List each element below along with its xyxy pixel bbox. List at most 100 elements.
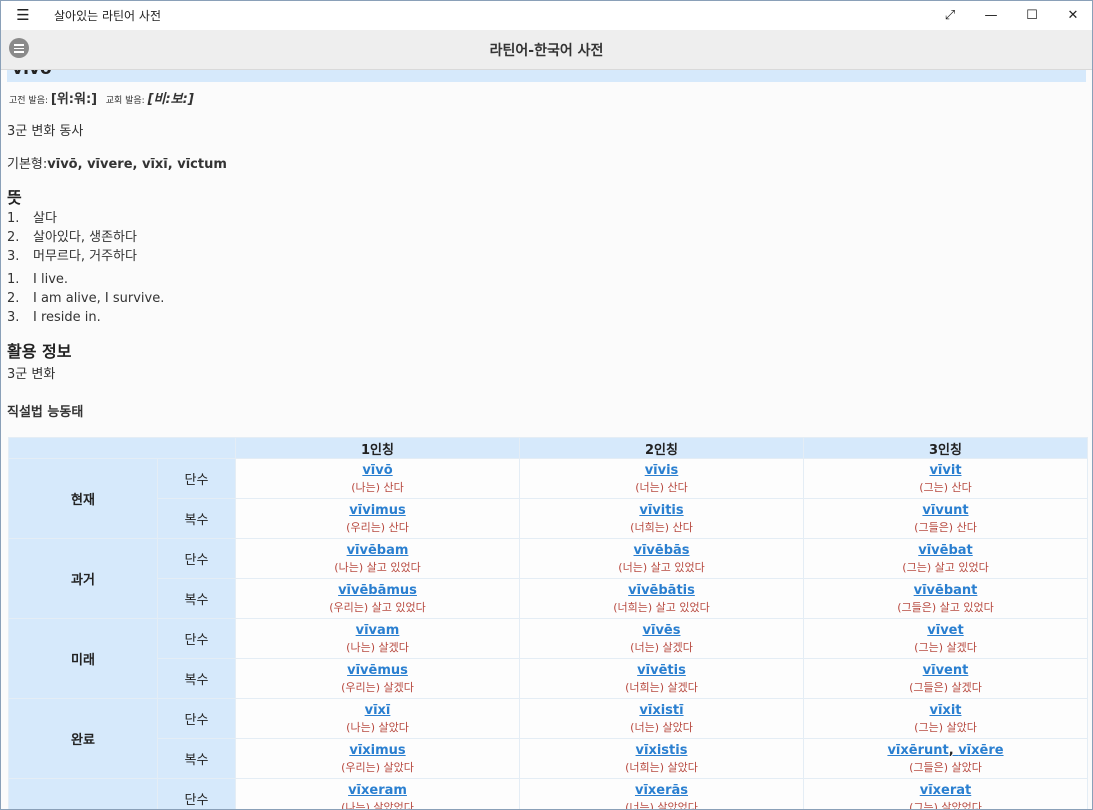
entry-content: vīvō 고전 발음: [위:워:] 교회 발음: [비:보:] 3군 변화 동… [1,70,1092,809]
latin-form-link[interactable]: vīvēbam [347,543,409,558]
latin-form-link[interactable]: vīvent [923,663,969,678]
tense-label: 완료 [8,698,158,779]
latin-form-link[interactable]: vīvēbātis [628,583,695,598]
tense-label [8,778,158,809]
korean-gloss: (너희는) 살겠다 [625,681,698,694]
form-cell: vīvēbātis (너희는) 살고 있었다 [519,578,804,619]
table-row: 복수 vīvimus (우리는) 산다 vīvitis (너희는) 산다 vīvunt (그… [9,498,1088,539]
meanings-en-list: 1. I live. 2. I am alive, I survive. 3. I res… [7,270,164,327]
latin-form-link[interactable]: vīxēre [958,743,1003,758]
latin-form-link[interactable]: vīvēbat [918,543,973,558]
form-cell: vīvit (그는) 산다 [803,458,1088,499]
mood-heading: 직설법 능동태 [7,405,84,420]
form-cell: vīvimus (우리는) 산다 [235,498,520,539]
form-cell: vīvēbāmus (우리는) 살고 있었다 [235,578,520,619]
latin-form-link[interactable]: vīxī [365,703,391,718]
number-label: 복수 [157,498,236,539]
header-1st-person: 1인칭 [235,437,520,459]
latin-form-link[interactable]: vīxērunt [887,743,948,758]
korean-gloss: (그는) 살았었다 [909,801,982,809]
latin-form-link[interactable]: vīvēs [643,623,681,638]
number-label: 단수 [157,698,236,739]
table-row: 과거 단수 vīvēbam (나는) 살고 있었다 vīvēbās (너는) 살고 있었다… [8,538,1088,619]
window-title: 살아있는 라틴어 사전 [54,9,161,23]
number-label: 복수 [157,658,236,699]
table-header-row: 1인칭 2인칭 3인칭 [8,437,1088,459]
table-corner [8,437,236,459]
korean-gloss: (너희는) 살고 있었다 [613,601,710,614]
table-row: 완료 단수 vīxī (나는) 살았다 vīxistī (너는) 살았다 vīxit (그는)… [8,698,1088,779]
korean-gloss: (그는) 살았다 [914,721,977,734]
latin-form-link[interactable]: vīxit [930,703,962,718]
korean-gloss: (너는) 살았다 [630,721,693,734]
table-row: 단수 vīxeram (나는) 살았었다 vīxerās (너는) 살았었다 vīxera… [8,778,1088,809]
page-title: 라틴어-한국어 사전 [489,43,604,59]
form-separator: , [948,743,959,758]
korean-gloss: (우리는) 산다 [346,521,409,534]
latin-form-link[interactable]: vīxerās [635,783,688,798]
title-bar: ☰ 살아있는 라틴어 사전 ⤢ — ☐ ✕ [1,1,1092,30]
restore-icon[interactable]: ⤢ [927,1,973,30]
conjugation-class: 3군 변화 [7,367,56,382]
maximize-button[interactable]: ☐ [1009,1,1055,30]
latin-form-link[interactable]: vīxeram [348,783,407,798]
latin-form-link[interactable]: vīvēbant [914,583,978,598]
latin-form-link[interactable]: vīvet [927,623,963,638]
app-header: 라틴어-한국어 사전 [1,30,1092,70]
number-label: 단수 [157,778,236,809]
form-cell: vīvō (나는) 산다 [235,458,520,499]
minimize-button[interactable]: — [968,1,1014,30]
principal-parts: 기본형:vīvō, vīvere, vīxī, vīctum [7,157,227,172]
form-cell: vīxeram (나는) 살았었다 [235,778,520,809]
latin-form-link[interactable]: vīxerat [920,783,972,798]
form-cell: vīvet (그는) 살겠다 [803,618,1088,659]
form-cell: vīvent (그들은) 살겠다 [803,658,1088,699]
korean-gloss: (나는) 살았었다 [341,801,414,809]
latin-form-link[interactable]: vīvitis [639,503,683,518]
tense-label: 과거 [8,538,158,619]
latin-form-link[interactable]: vīvit [929,463,961,478]
table-row: 미래 단수 vīvam (나는) 살겠다 vīvēs (너는) 살겠다 vīvet (그는) … [8,618,1088,699]
form-cell: vīvēmus (우리는) 살겠다 [235,658,520,699]
korean-gloss: (우리는) 살고 있었다 [329,601,426,614]
form-cell: vīxī (나는) 살았다 [235,698,520,739]
latin-form-link[interactable]: vīxistī [639,703,683,718]
korean-gloss: (너는) 살았었다 [625,801,698,809]
header-3rd-person: 3인칭 [803,437,1088,459]
korean-gloss: (너희는) 살았다 [625,761,698,774]
form-cell: vīxistī (너는) 살았다 [519,698,804,739]
korean-gloss: (그는) 산다 [919,481,972,494]
number-label: 단수 [157,458,236,499]
korean-gloss: (나는) 산다 [351,481,404,494]
headword: vīvō [12,70,52,79]
conjugation-table: 1인칭 2인칭 3인칭 현재 단수 vīvō (나는) 산다 vīvis (너는) 산다 v… [8,437,1088,809]
close-button[interactable]: ✕ [1050,1,1092,30]
korean-gloss: (우리는) 살겠다 [341,681,414,694]
tense-label: 미래 [8,618,158,699]
latin-form-link[interactable]: vīvimus [349,503,405,518]
latin-form-link[interactable]: vīvis [645,463,679,478]
latin-form-link[interactable]: vīvētis [637,663,686,678]
conjugation-heading: 활용 정보 [7,342,72,361]
form-cell: vīvitis (너희는) 산다 [519,498,804,539]
latin-form-link[interactable]: vīvēmus [347,663,408,678]
korean-gloss: (나는) 살겠다 [346,641,409,654]
korean-gloss: (너는) 살겠다 [630,641,693,654]
latin-form-link[interactable]: vīxistis [636,743,688,758]
korean-gloss: (그는) 살고 있었다 [902,561,989,574]
latin-form-link[interactable]: vīximus [349,743,405,758]
menu-icon[interactable]: ☰ [13,6,33,24]
header-2nd-person: 2인칭 [519,437,804,459]
list-item: 2. I am alive, I survive. [7,291,165,306]
korean-gloss: (나는) 살았다 [346,721,409,734]
korean-gloss: (그들은) 살았다 [909,761,982,774]
meaning-heading: 뜻 [7,188,22,207]
table-row: 현재 단수 vīvō (나는) 산다 vīvis (너는) 산다 vīvit (그는) 산다 [8,458,1088,539]
form-cell: vīxerat (그는) 살았었다 [803,778,1088,809]
latin-form-link[interactable]: vīvēbāmus [338,583,417,598]
latin-form-link[interactable]: vīvunt [922,503,968,518]
latin-form-link[interactable]: vīvō [362,463,392,478]
latin-form-link[interactable]: vīvam [356,623,400,638]
korean-gloss: (너는) 살고 있었다 [618,561,705,574]
latin-form-link[interactable]: vīvēbās [633,543,689,558]
